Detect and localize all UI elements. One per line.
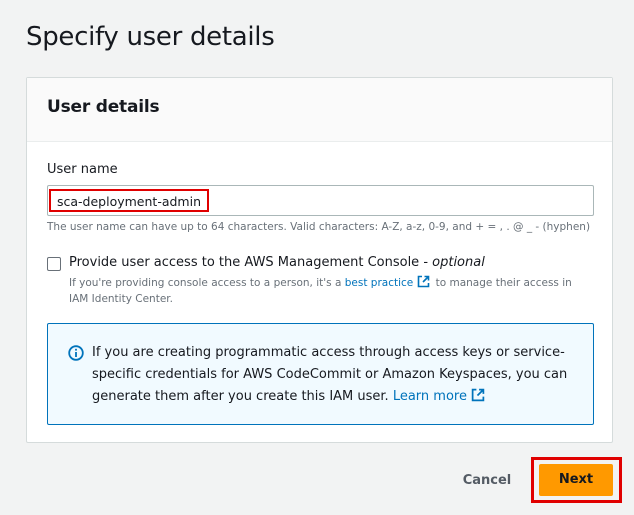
external-link-icon[interactable]	[471, 388, 485, 402]
console-access-label-text: Provide user access to the AWS Managemen…	[69, 255, 433, 270]
console-access-label[interactable]: Provide user access to the AWS Managemen…	[69, 255, 485, 270]
user-name-label: User name	[47, 162, 118, 177]
page-title: Specify user details	[26, 22, 275, 52]
info-message: If you are creating programmatic access …	[92, 345, 568, 404]
user-name-value[interactable]: sca-deployment-admin	[49, 189, 210, 212]
next-button-highlight: Next	[531, 457, 622, 503]
console-access-description: If you're providing console access to a …	[69, 275, 589, 307]
console-access-checkbox[interactable]	[47, 257, 61, 271]
user-name-hint: The user name can have up to 64 characte…	[47, 221, 591, 233]
info-icon	[68, 345, 84, 361]
external-link-icon[interactable]	[417, 275, 430, 288]
cancel-button[interactable]: Cancel	[456, 470, 518, 492]
panel-title: User details	[47, 97, 160, 117]
best-practice-link[interactable]: best practice	[345, 277, 414, 289]
user-name-input[interactable]: sca-deployment-admin	[47, 185, 594, 216]
next-button[interactable]: Next	[539, 464, 613, 496]
learn-more-link[interactable]: Learn more	[393, 389, 467, 404]
info-text: If you are creating programmatic access …	[92, 342, 572, 408]
optional-tag: optional	[432, 255, 485, 270]
desc-before: If you're providing console access to a …	[69, 277, 345, 289]
info-alert: If you are creating programmatic access …	[47, 323, 594, 425]
user-details-panel: User details User name sca-deployment-ad…	[26, 77, 613, 443]
panel-header: User details	[27, 78, 612, 142]
